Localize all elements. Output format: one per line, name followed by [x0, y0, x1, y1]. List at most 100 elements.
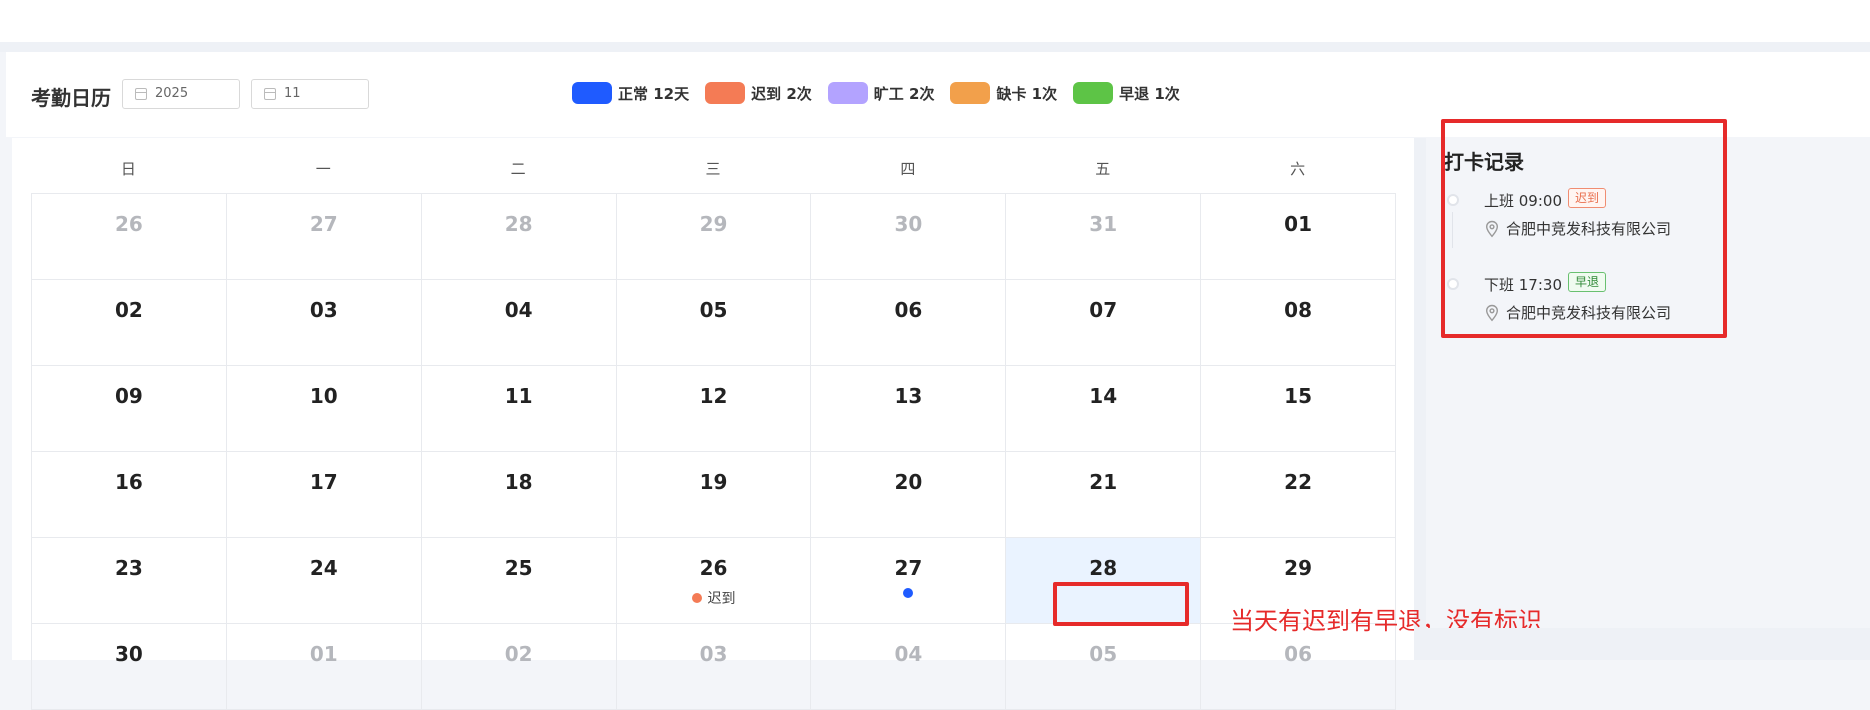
day-number: 14 — [1089, 384, 1118, 408]
day-status — [811, 588, 1005, 598]
calendar-day[interactable]: 06 — [1201, 624, 1397, 710]
calendar-day[interactable]: 26 迟到 — [616, 538, 812, 624]
calendar-day[interactable]: 24 — [226, 538, 422, 624]
month-value: 11 — [284, 86, 301, 101]
day-number: 30 — [894, 212, 923, 236]
calendar-day[interactable]: 14 — [1006, 366, 1202, 452]
separator-strip — [0, 42, 1870, 52]
calendar-day[interactable]: 20 — [811, 452, 1007, 538]
annotation-box-day-28 — [1053, 582, 1189, 626]
weekday-label: 四 — [900, 160, 916, 178]
day-number: 28 — [504, 212, 533, 236]
legend-item: 正常 12天 — [572, 82, 689, 104]
day-number: 28 — [1089, 556, 1118, 580]
calendar-day[interactable]: 05 — [1006, 624, 1202, 710]
day-number: 27 — [309, 212, 338, 236]
status-legend: 正常 12天 迟到 2次 旷工 2次 缺卡 1次 早退 1次 — [572, 82, 1196, 104]
calendar-day[interactable]: 29 — [616, 194, 812, 280]
day-number: 01 — [1284, 212, 1312, 236]
weekday-label: 一 — [315, 160, 331, 178]
day-number: 27 — [894, 556, 923, 580]
calendar-day[interactable]: 03 — [616, 624, 812, 710]
background-strip — [1414, 628, 1870, 660]
day-number: 17 — [309, 470, 338, 494]
calendar-day[interactable]: 01 — [226, 624, 422, 710]
day-number: 05 — [699, 298, 728, 322]
legend-label: 缺卡 1次 — [996, 84, 1058, 103]
calendar-day[interactable]: 04 — [811, 624, 1007, 710]
month-picker[interactable]: 11 — [251, 79, 369, 109]
calendar-day[interactable]: 16 — [32, 452, 227, 538]
legend-swatch — [705, 82, 746, 104]
day-number: 07 — [1089, 298, 1118, 322]
calendar-day[interactable]: 27 — [811, 538, 1007, 624]
legend-swatch — [827, 82, 868, 104]
calendar-day[interactable]: 12 — [616, 366, 812, 452]
year-picker[interactable]: 2025 — [122, 79, 240, 109]
day-number: 22 — [1284, 470, 1312, 494]
legend-label: 早退 1次 — [1119, 84, 1180, 103]
calendar-day[interactable]: 07 — [1006, 280, 1202, 366]
day-number: 03 — [699, 642, 728, 666]
calendar-day[interactable]: 26 — [32, 194, 227, 280]
calendar-day[interactable]: 03 — [226, 280, 422, 366]
day-number: 08 — [1284, 298, 1312, 322]
calendar-day[interactable]: 06 — [811, 280, 1007, 366]
legend-label: 迟到 2次 — [751, 84, 812, 103]
top-bar — [0, 0, 1870, 42]
day-number: 26 — [699, 556, 728, 580]
calendar-day[interactable]: 02 — [32, 280, 227, 366]
legend-swatch — [572, 82, 612, 104]
status-dot — [903, 588, 914, 598]
day-number: 31 — [1089, 212, 1118, 236]
calendar-day[interactable]: 25 — [421, 538, 617, 624]
calendar-day[interactable]: 01 — [1201, 194, 1397, 280]
day-number: 26 — [115, 212, 143, 236]
day-number: 15 — [1284, 384, 1312, 408]
attendance-calendar: 日 一 二 三 四 五 六 26 27 28 29 30 31 01 02 03 04 05 06 07 08 09 10… — [12, 138, 1426, 710]
calendar-icon — [135, 88, 147, 100]
weekday-label: 五 — [1095, 160, 1111, 178]
day-number: 06 — [894, 298, 923, 322]
calendar-day[interactable]: 10 — [226, 366, 422, 452]
status-dot — [691, 593, 702, 603]
calendar-day[interactable]: 08 — [1201, 280, 1397, 366]
calendar-day[interactable]: 05 — [616, 280, 812, 366]
calendar-day[interactable]: 30 — [811, 194, 1007, 280]
calendar-day[interactable]: 13 — [811, 366, 1007, 452]
day-number: 11 — [504, 384, 533, 408]
calendar-icon — [264, 88, 276, 100]
calendar-day[interactable]: 18 — [421, 452, 617, 538]
calendar-day[interactable]: 15 — [1201, 366, 1397, 452]
calendar-day[interactable]: 31 — [1006, 194, 1202, 280]
legend-item: 缺卡 1次 — [950, 82, 1057, 104]
day-number: 18 — [504, 470, 533, 494]
legend-label: 正常 12天 — [618, 84, 690, 103]
status-label: 迟到 — [707, 591, 736, 607]
day-number: 21 — [1089, 470, 1118, 494]
calendar-day[interactable]: 27 — [226, 194, 422, 280]
day-number: 20 — [894, 470, 923, 494]
weekday-label: 二 — [510, 160, 526, 178]
legend-item: 旷工 2次 — [827, 82, 934, 104]
calendar-day[interactable]: 11 — [421, 366, 617, 452]
calendar-day[interactable]: 19 — [616, 452, 812, 538]
calendar-day[interactable]: 23 — [32, 538, 227, 624]
calendar-day[interactable]: 09 — [32, 366, 227, 452]
day-number: 16 — [115, 470, 143, 494]
legend-swatch — [950, 82, 991, 104]
page-title: 考勤日历 — [31, 86, 111, 110]
calendar-day[interactable]: 04 — [421, 280, 617, 366]
calendar-day[interactable]: 22 — [1201, 452, 1397, 538]
legend-swatch — [1073, 82, 1114, 104]
calendar-day[interactable]: 21 — [1006, 452, 1202, 538]
calendar-day[interactable]: 28 — [421, 194, 617, 280]
day-number: 04 — [504, 298, 533, 322]
weekday-label: 六 — [1290, 160, 1306, 178]
calendar-day[interactable]: 30 — [32, 624, 227, 710]
calendar-day[interactable]: 17 — [226, 452, 422, 538]
day-number: 06 — [1284, 642, 1312, 666]
annotation-box-records — [1441, 119, 1727, 338]
day-number: 29 — [1284, 556, 1312, 580]
calendar-day[interactable]: 02 — [421, 624, 617, 710]
